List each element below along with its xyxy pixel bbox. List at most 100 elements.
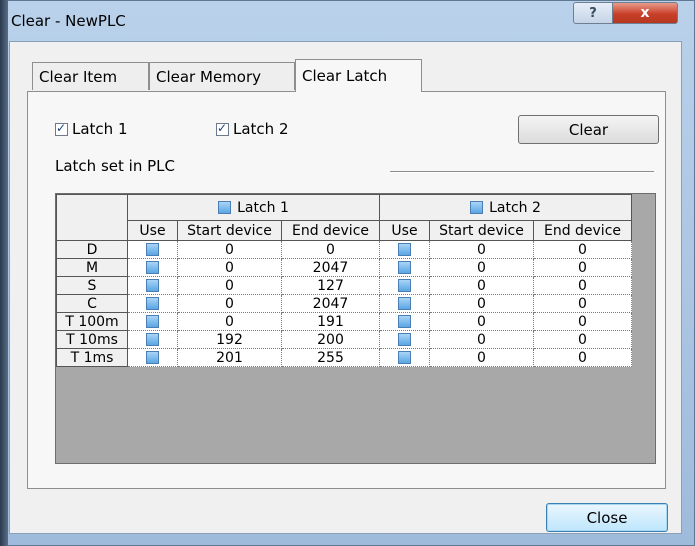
use-checkbox-icon[interactable] <box>146 243 159 256</box>
use-checkbox-icon[interactable] <box>398 279 411 292</box>
end-device-cell[interactable]: 0 <box>533 240 632 259</box>
start-device-cell[interactable]: 0 <box>429 348 534 367</box>
table-row: T 10ms 192 200 0 0 <box>56 330 632 349</box>
use-checkbox-cell[interactable] <box>379 330 430 349</box>
latch2-checkbox[interactable]: Latch 2 <box>216 120 289 138</box>
use-checkbox-icon[interactable] <box>398 351 411 364</box>
latch2-group-label: Latch 2 <box>489 199 541 216</box>
end-device-cell[interactable]: 0 <box>533 330 632 349</box>
table-row: M 0 2047 0 0 <box>56 258 632 277</box>
start-device-cell[interactable]: 0 <box>429 276 534 295</box>
device-name: T 1ms <box>56 348 128 367</box>
start-device-cell[interactable]: 0 <box>429 330 534 349</box>
end-device-cell[interactable]: 0 <box>533 294 632 313</box>
column-header-start-device: Start device <box>177 220 282 241</box>
use-checkbox-cell[interactable] <box>127 240 178 259</box>
table-row: T 1ms 201 255 0 0 <box>56 348 632 367</box>
start-device-cell[interactable]: 0 <box>177 240 282 259</box>
latch-table: Latch 1 Latch 2 Use Start device End dev… <box>56 194 632 367</box>
use-checkbox-icon[interactable] <box>146 315 159 328</box>
latch2-checkbox-label: Latch 2 <box>233 120 289 138</box>
use-checkbox-cell[interactable] <box>127 294 178 313</box>
latch1-group-label: Latch 1 <box>237 199 289 216</box>
start-device-cell[interactable]: 0 <box>429 312 534 331</box>
use-checkbox-cell[interactable] <box>127 348 178 367</box>
use-checkbox-cell[interactable] <box>379 294 430 313</box>
end-device-cell[interactable]: 0 <box>533 312 632 331</box>
window-close-button[interactable]: x <box>612 2 678 24</box>
device-name: D <box>56 240 128 259</box>
use-checkbox-cell[interactable] <box>379 312 430 331</box>
separator <box>390 171 654 173</box>
use-checkbox-icon[interactable] <box>146 279 159 292</box>
table-row: T 100m 0 191 0 0 <box>56 312 632 331</box>
device-name: C <box>56 294 128 313</box>
device-name: S <box>56 276 128 295</box>
start-device-cell[interactable]: 0 <box>177 294 282 313</box>
end-device-cell[interactable]: 2047 <box>281 294 380 313</box>
column-header-end-device: End device <box>281 220 380 241</box>
start-device-cell[interactable]: 0 <box>177 258 282 277</box>
latch1-checkbox-label: Latch 1 <box>72 120 128 138</box>
use-checkbox-icon[interactable] <box>398 261 411 274</box>
window-title: Clear - NewPLC <box>11 12 126 30</box>
use-checkbox-cell[interactable] <box>379 348 430 367</box>
use-checkbox-icon[interactable] <box>146 297 159 310</box>
use-checkbox-icon[interactable] <box>398 333 411 346</box>
use-checkbox-icon[interactable] <box>398 297 411 310</box>
device-name: T 10ms <box>56 330 128 349</box>
table-row: C 0 2047 0 0 <box>56 294 632 313</box>
column-header-end-device: End device <box>533 220 632 241</box>
end-device-cell[interactable]: 0 <box>533 348 632 367</box>
table-row: D0000 <box>56 240 632 259</box>
end-device-cell[interactable]: 0 <box>281 240 380 259</box>
use-checkbox-cell[interactable] <box>379 276 430 295</box>
end-device-cell[interactable]: 200 <box>281 330 380 349</box>
checkbox-icon[interactable] <box>216 121 229 136</box>
use-checkbox-cell[interactable] <box>127 312 178 331</box>
start-device-cell[interactable]: 0 <box>429 294 534 313</box>
checkbox-icon[interactable] <box>55 121 68 136</box>
end-device-cell[interactable]: 191 <box>281 312 380 331</box>
use-checkbox-cell[interactable] <box>127 276 178 295</box>
use-checkbox-icon[interactable] <box>398 243 411 256</box>
column-header-start-device: Start device <box>429 220 534 241</box>
end-device-cell[interactable]: 127 <box>281 276 380 295</box>
grid-body: D0000 M 0 2047 0 0 S 0 127 0 0 C 0 2047 0 0 T 100m 0 1… <box>56 240 632 367</box>
column-header-use: Use <box>127 220 178 241</box>
clear-button[interactable]: Clear <box>518 115 659 144</box>
tab-clear-memory[interactable]: Clear Memory <box>149 62 295 90</box>
tab-clear-item[interactable]: Clear Item <box>32 62 149 90</box>
use-checkbox-cell[interactable] <box>379 258 430 277</box>
use-checkbox-cell[interactable] <box>127 258 178 277</box>
use-checkbox-cell[interactable] <box>379 240 430 259</box>
start-device-cell[interactable]: 0 <box>177 276 282 295</box>
tab-clear-latch[interactable]: Clear Latch <box>295 59 422 92</box>
end-device-cell[interactable]: 255 <box>281 348 380 367</box>
use-checkbox-icon[interactable] <box>398 315 411 328</box>
latch1-group-header: Latch 1 <box>127 194 380 221</box>
end-device-cell[interactable]: 0 <box>533 276 632 295</box>
column-header-use: Use <box>379 220 430 241</box>
start-device-cell[interactable]: 0 <box>429 240 534 259</box>
end-device-cell[interactable]: 0 <box>533 258 632 277</box>
start-device-cell[interactable]: 0 <box>429 258 534 277</box>
latch1-group-checkbox-icon[interactable] <box>218 201 232 214</box>
help-button[interactable]: ? <box>573 2 613 24</box>
end-device-cell[interactable]: 2047 <box>281 258 380 277</box>
use-checkbox-cell[interactable] <box>127 330 178 349</box>
grid-corner <box>56 194 128 241</box>
start-device-cell[interactable]: 0 <box>177 312 282 331</box>
latch-set-label: Latch set in PLC <box>55 157 175 175</box>
start-device-cell[interactable]: 201 <box>177 348 282 367</box>
title-bar[interactable]: Clear - NewPLC ? x <box>1 1 694 41</box>
latch1-checkbox[interactable]: Latch 1 <box>55 120 128 138</box>
use-checkbox-icon[interactable] <box>146 351 159 364</box>
close-button[interactable]: Close <box>546 503 668 532</box>
use-checkbox-icon[interactable] <box>146 261 159 274</box>
latch-grid: Latch 1 Latch 2 Use Start device End dev… <box>55 193 656 464</box>
latch2-group-checkbox-icon[interactable] <box>470 201 484 214</box>
start-device-cell[interactable]: 192 <box>177 330 282 349</box>
latch2-group-header: Latch 2 <box>379 194 632 221</box>
use-checkbox-icon[interactable] <box>146 333 159 346</box>
